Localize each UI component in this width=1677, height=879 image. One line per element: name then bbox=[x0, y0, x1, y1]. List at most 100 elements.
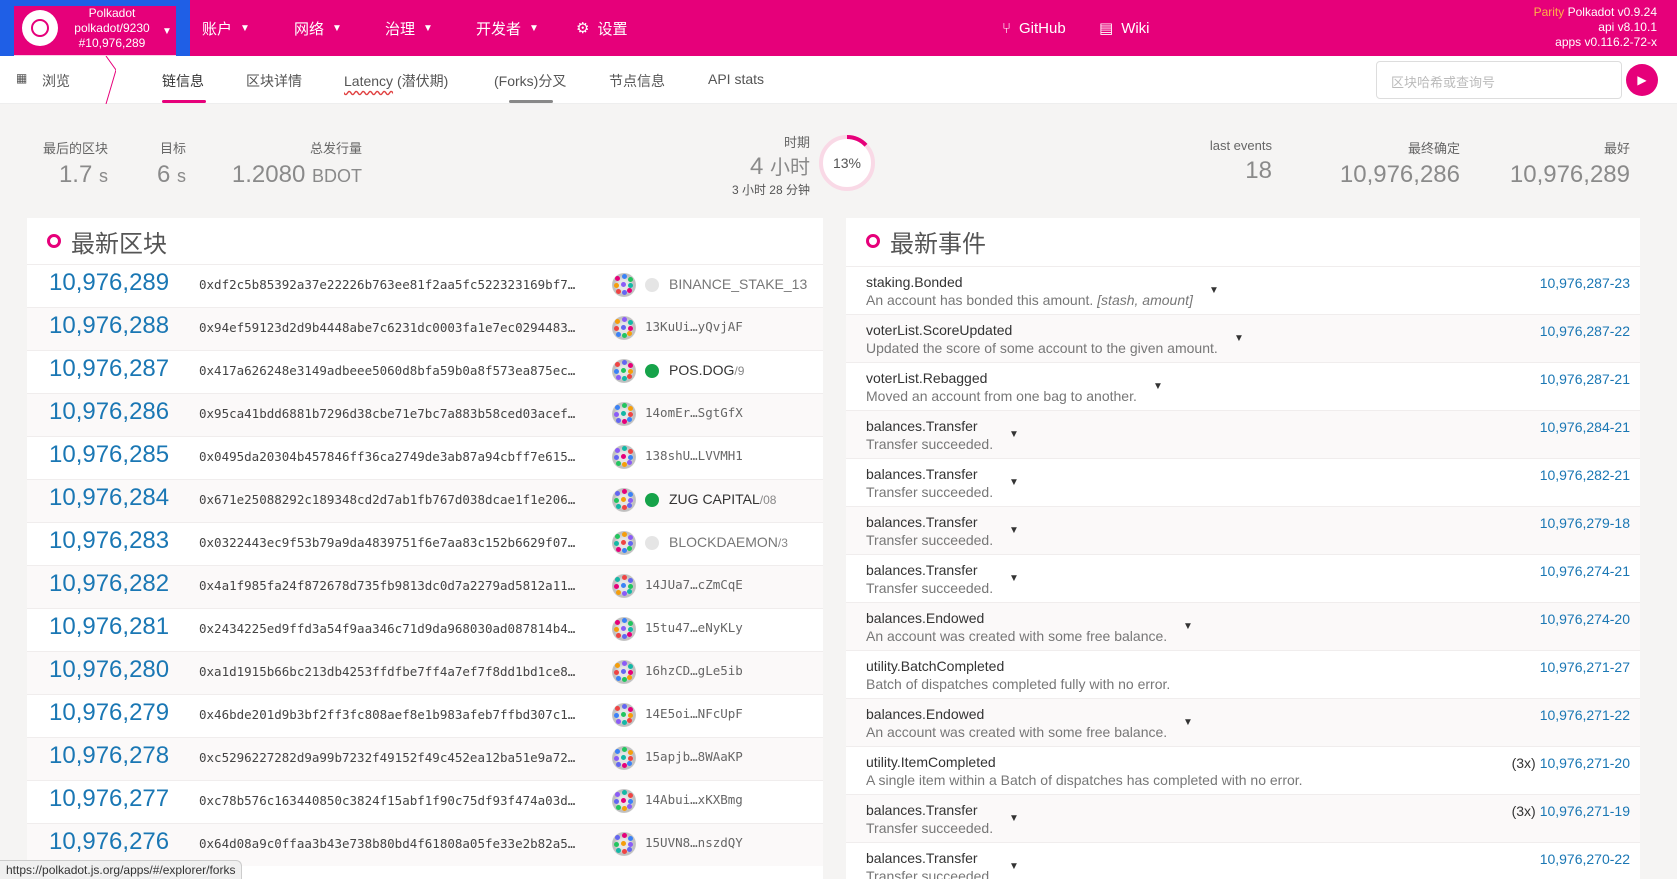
identicon-icon[interactable] bbox=[612, 789, 636, 813]
event-row[interactable]: balances.Transfer Transfer succeeded. 10,9… bbox=[846, 554, 1640, 602]
tab-api-stats[interactable]: API stats bbox=[708, 71, 764, 87]
event-row[interactable]: balances.Transfer Transfer succeeded. 10,9… bbox=[846, 842, 1640, 879]
block-author[interactable]: 14Abui…xKXBmg bbox=[645, 792, 743, 807]
event-row[interactable]: voterList.Rebagged Moved an account from … bbox=[846, 362, 1640, 410]
event-block-link[interactable]: 10,976,271-19 bbox=[1540, 803, 1630, 819]
block-number-link[interactable]: 10,976,287 bbox=[49, 355, 169, 383]
block-author[interactable]: 13KuUi…yQvjAF bbox=[645, 319, 743, 334]
event-row[interactable]: balances.Endowed An account was created w… bbox=[846, 602, 1640, 650]
block-number-link[interactable]: 10,976,288 bbox=[49, 312, 169, 340]
event-row[interactable]: staking.Bonded An account has bonded this… bbox=[846, 266, 1640, 314]
chevron-down-icon[interactable]: ▼ bbox=[1234, 333, 1244, 344]
event-row[interactable]: balances.Endowed An account was created w… bbox=[846, 698, 1640, 746]
identicon-icon[interactable] bbox=[612, 359, 636, 383]
play-icon[interactable]: ▶ bbox=[1626, 64, 1658, 96]
identicon-icon[interactable] bbox=[612, 488, 636, 512]
event-block-link[interactable]: 10,976,271-20 bbox=[1540, 755, 1630, 771]
chevron-down-icon[interactable]: ▼ bbox=[1009, 573, 1019, 584]
nav-accounts[interactable]: 账户 ▼ bbox=[202, 0, 250, 56]
block-number-link[interactable]: 10,976,282 bbox=[49, 570, 169, 598]
identicon-icon[interactable] bbox=[612, 273, 636, 297]
block-number-link[interactable]: 10,976,276 bbox=[49, 828, 169, 856]
author-name: 14E5oi…NFcUpF bbox=[645, 706, 743, 721]
identicon-icon[interactable] bbox=[612, 617, 636, 641]
tab-latency[interactable]: Latency (潜伏期) bbox=[344, 71, 448, 91]
block-number-link[interactable]: 10,976,289 bbox=[49, 269, 169, 297]
chevron-down-icon[interactable]: ▼ bbox=[1009, 525, 1019, 536]
block-number-link[interactable]: 10,976,285 bbox=[49, 441, 169, 469]
event-block-link[interactable]: 10,976,284-21 bbox=[1540, 419, 1630, 435]
browse-label[interactable]: 浏览 bbox=[42, 71, 70, 91]
event-block-link[interactable]: 10,976,282-21 bbox=[1540, 467, 1630, 483]
block-author[interactable]: 15UVN8…nszdQY bbox=[645, 835, 743, 850]
chevron-down-icon[interactable]: ▼ bbox=[1183, 621, 1193, 632]
block-author[interactable]: 14E5oi…NFcUpF bbox=[645, 706, 743, 721]
event-block-link[interactable]: 10,976,274-21 bbox=[1540, 563, 1630, 579]
nav-network[interactable]: 网络 ▼ bbox=[294, 0, 342, 56]
event-block-link[interactable]: 10,976,271-27 bbox=[1540, 659, 1630, 675]
block-number-link[interactable]: 10,976,277 bbox=[49, 785, 169, 813]
chevron-down-icon[interactable]: ▼ bbox=[1009, 477, 1019, 488]
identicon-icon[interactable] bbox=[612, 316, 636, 340]
event-row[interactable]: balances.Transfer Transfer succeeded. (3x)… bbox=[846, 794, 1640, 842]
event-block-link[interactable]: 10,976,271-22 bbox=[1540, 707, 1630, 723]
identicon-icon[interactable] bbox=[612, 832, 636, 856]
nav-wiki[interactable]: ▤ Wiki bbox=[1099, 0, 1150, 56]
block-author[interactable]: 15apjb…8WAaKP bbox=[645, 749, 743, 764]
event-row[interactable]: utility.ItemCompleted A single item withi… bbox=[846, 746, 1640, 794]
tab-forks[interactable]: (Forks)分叉 bbox=[494, 71, 566, 91]
chevron-down-icon[interactable]: ▼ bbox=[1009, 429, 1019, 440]
chevron-down-icon[interactable]: ▼ bbox=[1009, 861, 1019, 872]
event-block-link[interactable]: 10,976,287-21 bbox=[1540, 371, 1630, 387]
event-name: staking.Bonded bbox=[866, 274, 963, 290]
nav-developer[interactable]: 开发者 ▼ bbox=[476, 0, 539, 56]
block-author[interactable]: BINANCE_STAKE_13 bbox=[669, 276, 807, 292]
block-author[interactable]: ZUG CAPITAL/08 bbox=[669, 491, 776, 507]
block-number-link[interactable]: 10,976,279 bbox=[49, 699, 169, 727]
nav-governance[interactable]: 治理 ▼ bbox=[385, 0, 433, 56]
block-number-link[interactable]: 10,976,281 bbox=[49, 613, 169, 641]
identicon-icon[interactable] bbox=[612, 703, 636, 727]
event-block-link[interactable]: 10,976,287-22 bbox=[1540, 323, 1630, 339]
block-number-link[interactable]: 10,976,278 bbox=[49, 742, 169, 770]
event-block-link[interactable]: 10,976,270-22 bbox=[1540, 851, 1630, 867]
identicon-icon[interactable] bbox=[612, 574, 636, 598]
nav-settings[interactable]: ⚙ 设置 bbox=[576, 0, 627, 56]
tab-block-details[interactable]: 区块详情 bbox=[246, 71, 302, 91]
identicon-icon[interactable] bbox=[612, 660, 636, 684]
identicon-icon[interactable] bbox=[612, 746, 636, 770]
block-author[interactable]: 14JUa7…cZmCqE bbox=[645, 577, 743, 592]
block-search-input[interactable]: 区块哈希或查询号 bbox=[1376, 61, 1622, 99]
event-row[interactable]: balances.Transfer Transfer succeeded. 10,9… bbox=[846, 458, 1640, 506]
chevron-down-icon[interactable]: ▼ bbox=[1009, 813, 1019, 824]
chevron-down-icon[interactable]: ▼ bbox=[1153, 381, 1163, 392]
recent-events-panel: 最新事件 staking.Bonded An account has bonded… bbox=[846, 218, 1640, 879]
recent-blocks-title: 最新区块 bbox=[71, 230, 167, 258]
identicon-icon[interactable] bbox=[612, 445, 636, 469]
chevron-down-icon[interactable]: ▼ bbox=[1209, 285, 1219, 296]
block-author[interactable]: BLOCKDAEMON/3 bbox=[669, 534, 788, 550]
event-block-link[interactable]: 10,976,274-20 bbox=[1540, 611, 1630, 627]
block-number-link[interactable]: 10,976,283 bbox=[49, 527, 169, 555]
block-author[interactable]: 16hzCD…gLe5ib bbox=[645, 663, 743, 678]
block-author[interactable]: 15tu47…eNyKLy bbox=[645, 620, 743, 635]
event-row[interactable]: balances.Transfer Transfer succeeded. 10,9… bbox=[846, 506, 1640, 554]
block-author[interactable]: 138shU…LVVMH1 bbox=[645, 448, 743, 463]
chain-selector[interactable]: Polkadot polkadot/9230 #10,976,289 ▼ bbox=[14, 6, 176, 56]
block-number-link[interactable]: 10,976,284 bbox=[49, 484, 169, 512]
event-row[interactable]: voterList.ScoreUpdated Updated the score … bbox=[846, 314, 1640, 362]
event-row[interactable]: balances.Transfer Transfer succeeded. 10,9… bbox=[846, 410, 1640, 458]
block-author[interactable]: POS.DOG/9 bbox=[669, 362, 744, 378]
block-number-link[interactable]: 10,976,280 bbox=[49, 656, 169, 684]
event-block-link[interactable]: 10,976,279-18 bbox=[1540, 515, 1630, 531]
tab-node-info[interactable]: 节点信息 bbox=[609, 71, 665, 91]
nav-github[interactable]: ⑂ GitHub bbox=[1002, 0, 1066, 56]
tab-chain-info[interactable]: 链信息 bbox=[162, 71, 204, 91]
block-number-link[interactable]: 10,976,286 bbox=[49, 398, 169, 426]
identicon-icon[interactable] bbox=[612, 531, 636, 555]
chevron-down-icon[interactable]: ▼ bbox=[1183, 717, 1193, 728]
event-block-link[interactable]: 10,976,287-23 bbox=[1540, 275, 1630, 291]
block-author[interactable]: 14omEr…SgtGfX bbox=[645, 405, 743, 420]
identicon-icon[interactable] bbox=[612, 402, 636, 426]
event-row[interactable]: utility.BatchCompleted Batch of dispatche… bbox=[846, 650, 1640, 698]
